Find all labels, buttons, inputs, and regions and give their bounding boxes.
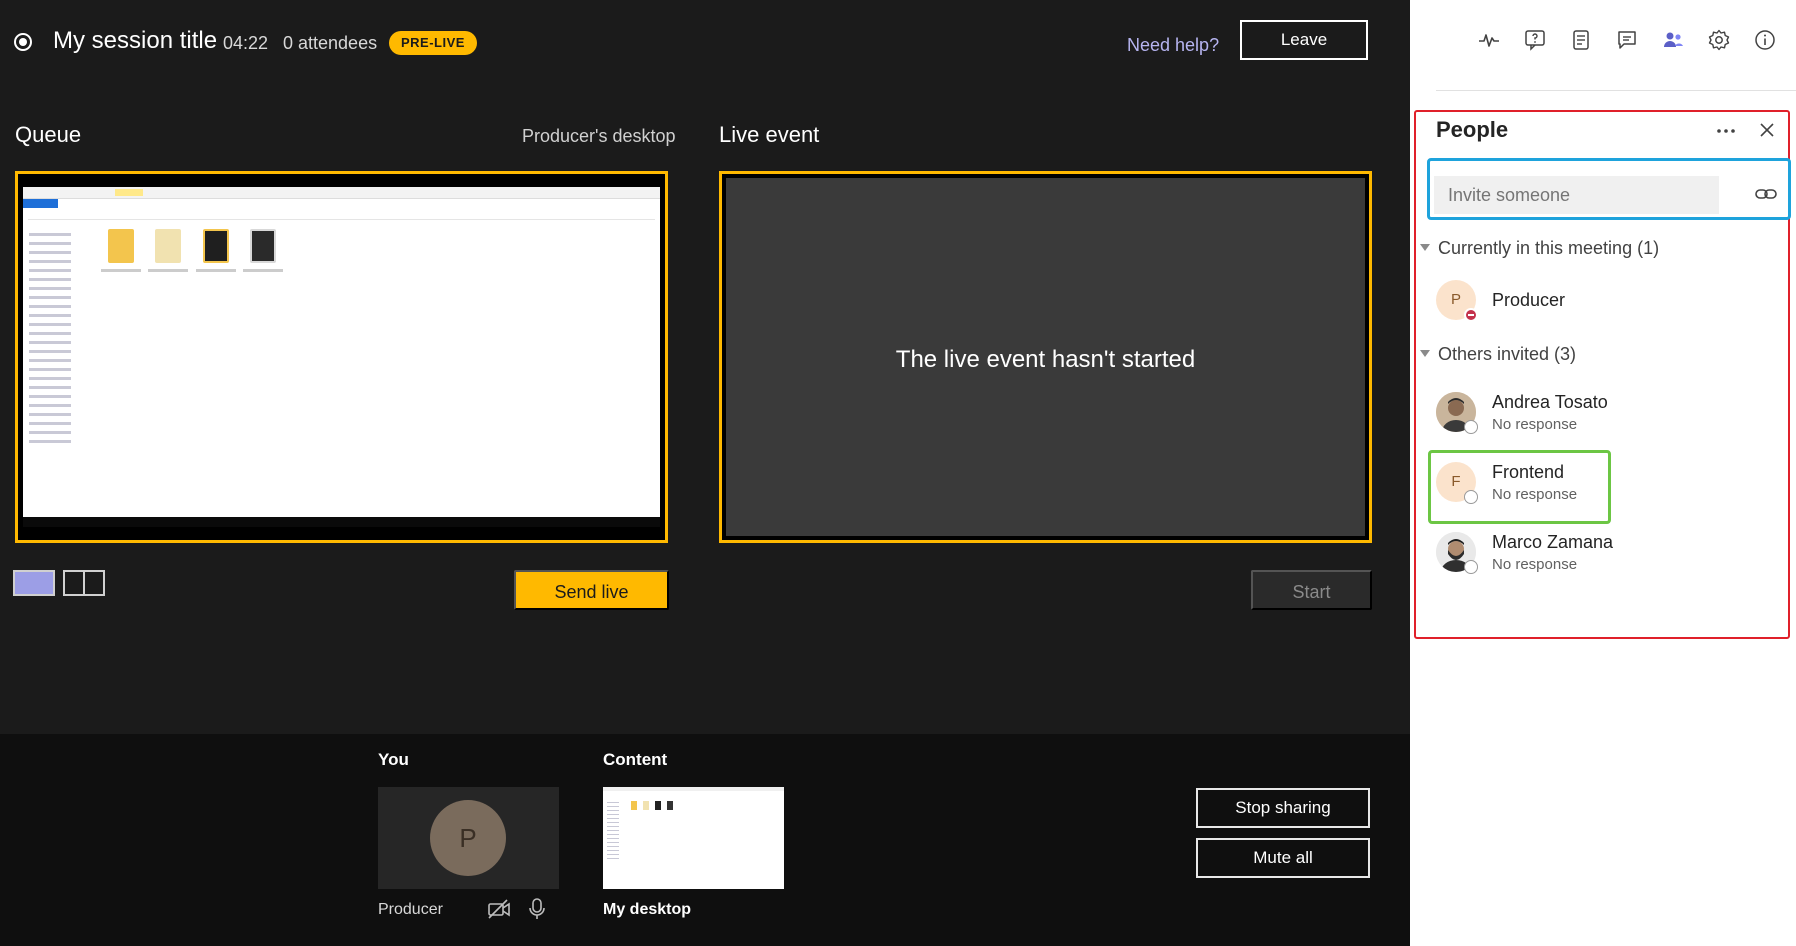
queue-title: Queue [15, 122, 82, 147]
toolbar-divider [1436, 90, 1796, 91]
invitee-row[interactable]: Andrea Tosato No response [1436, 392, 1776, 448]
current-group-header[interactable]: Currently in this meeting (1) [1420, 238, 1659, 259]
source-tray: You P Producer Content My desktop Stop s… [0, 734, 1410, 946]
notes-icon[interactable] [1569, 28, 1593, 52]
more-options-icon[interactable] [1713, 118, 1739, 144]
unknown-status-icon [1464, 560, 1478, 574]
settings-icon[interactable] [1707, 28, 1731, 52]
shared-desktop-thumbnail [23, 187, 660, 527]
top-bar: My session title 04:22 0 attendees PRE-L… [0, 0, 1410, 90]
queue-preview[interactable] [15, 171, 668, 543]
unknown-status-icon [1464, 490, 1478, 504]
chevron-down-icon [1420, 243, 1430, 251]
side-panel: People Currently in this meeting (1) P P… [1410, 0, 1796, 946]
producer-video-tile[interactable]: P [378, 787, 559, 889]
start-button[interactable]: Start [1251, 570, 1372, 610]
invitee-status: No response [1492, 556, 1578, 573]
producer-name: Producer [378, 901, 443, 918]
single-layout-button[interactable] [13, 570, 55, 596]
content-label: Content [603, 750, 668, 769]
participant-row[interactable]: P Producer [1436, 280, 1776, 336]
live-event-preview: The live event hasn't started [719, 171, 1372, 543]
unknown-status-icon [1464, 420, 1478, 434]
invited-group-label: Others invited (3) [1438, 344, 1577, 364]
invitee-name: Frontend [1492, 462, 1565, 482]
queue-source: Producer's desktop [522, 126, 676, 146]
invitee-name: Marco Zamana [1492, 532, 1614, 552]
invited-group-header[interactable]: Others invited (3) [1420, 344, 1576, 365]
busy-status-icon [1464, 308, 1478, 322]
chat-icon[interactable] [1615, 28, 1639, 52]
send-live-button[interactable]: Send live [514, 570, 669, 610]
invitee-name: Andrea Tosato [1492, 392, 1608, 412]
you-label: You [378, 750, 409, 769]
info-icon[interactable] [1753, 28, 1777, 52]
invitee-status: No response [1492, 416, 1578, 433]
elapsed-time: 04:22 [223, 33, 269, 53]
qna-icon[interactable] [1523, 28, 1547, 52]
need-help-link[interactable]: Need help? [1127, 35, 1219, 56]
status-badge: PRE-LIVE [389, 31, 477, 55]
invitee-row[interactable]: F Frontend No response [1436, 462, 1776, 518]
leave-button[interactable]: Leave [1240, 20, 1368, 60]
record-status-icon [14, 33, 32, 51]
invitee-row[interactable]: Marco Zamana No response [1436, 532, 1776, 588]
live-event-producer-app: My session title 04:22 0 attendees PRE-L… [0, 0, 1796, 946]
live-event-message: The live event hasn't started [895, 346, 1196, 373]
content-thumbnail[interactable] [603, 787, 784, 889]
avatar: P [430, 800, 506, 876]
stop-sharing-button[interactable]: Stop sharing [1196, 788, 1370, 828]
current-group-label: Currently in this meeting (1) [1438, 238, 1660, 258]
producer-stage: My session title 04:22 0 attendees PRE-L… [0, 0, 1410, 946]
people-panel-title: People [1436, 117, 1509, 142]
invitee-status: No response [1492, 486, 1578, 503]
activity-icon[interactable] [1477, 28, 1501, 52]
invite-input[interactable] [1434, 176, 1719, 214]
chevron-down-icon [1420, 349, 1430, 357]
attendee-count: 0 attendees [283, 33, 378, 53]
participant-name: Producer [1492, 290, 1566, 310]
microphone-icon[interactable] [527, 897, 547, 921]
content-name: My desktop [603, 901, 692, 918]
camera-off-icon[interactable] [487, 898, 511, 920]
live-event-title: Live event [719, 122, 820, 147]
mute-all-button[interactable]: Mute all [1196, 838, 1370, 878]
split-layout-button[interactable] [63, 570, 105, 596]
session-title: My session title [53, 27, 218, 54]
link-icon[interactable] [1754, 184, 1778, 204]
close-icon[interactable] [1755, 118, 1779, 142]
people-icon[interactable] [1661, 28, 1685, 52]
